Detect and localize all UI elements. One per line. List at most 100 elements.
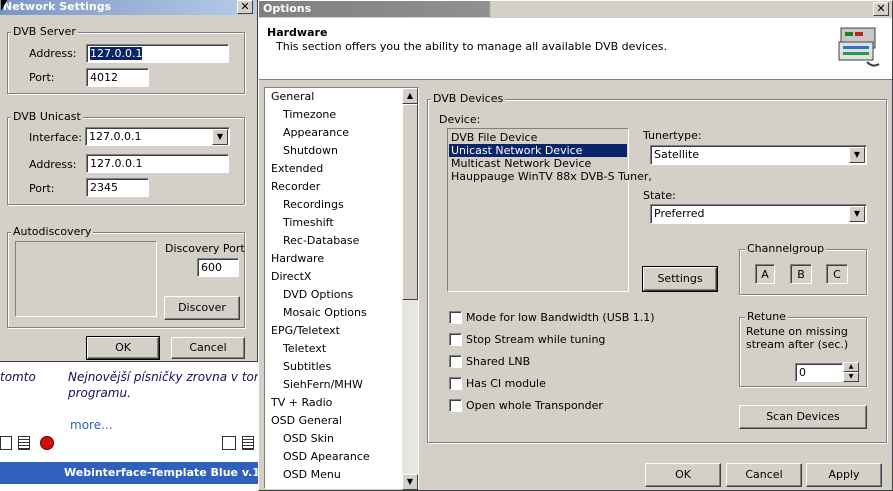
checkbox[interactable] bbox=[449, 311, 462, 324]
tree-item[interactable]: EPG/Teletext bbox=[271, 324, 340, 337]
address-label: Address: bbox=[29, 158, 77, 171]
tree-item[interactable]: Teletext bbox=[283, 342, 326, 355]
cancel-button[interactable]: Cancel bbox=[726, 463, 802, 487]
device-list-item[interactable]: Unicast Network Device bbox=[449, 144, 627, 157]
chevron-down-icon[interactable]: ▼ bbox=[849, 206, 865, 222]
unicast-port-input[interactable]: 2345 bbox=[86, 178, 149, 197]
header-panel: Hardware This section offers you the abi… bbox=[259, 18, 892, 80]
scroll-up-icon[interactable]: ▲ bbox=[402, 88, 418, 104]
dvb-unicast-label: DVB Unicast bbox=[11, 110, 83, 123]
channelgroup-c[interactable]: C bbox=[826, 264, 848, 284]
device-list-item[interactable]: Hauppauge WinTV 88x DVB-S Tuner, bbox=[449, 170, 654, 183]
dvb-devices-label: DVB Devices bbox=[431, 92, 506, 105]
unicast-address-input[interactable]: 127.0.0.1 bbox=[86, 154, 229, 173]
scan-devices-button[interactable]: Scan Devices bbox=[739, 405, 867, 429]
scroll-down-icon[interactable]: ▼ bbox=[402, 474, 418, 490]
tree-item[interactable]: OSD General bbox=[271, 414, 342, 427]
checkbox[interactable] bbox=[449, 333, 462, 346]
network-settings-titlebar[interactable]: Network Settings bbox=[0, 0, 257, 15]
tree-item[interactable]: DirectX bbox=[271, 270, 311, 283]
tunertype-label: Tunertype: bbox=[643, 129, 702, 142]
device-list[interactable]: DVB File Device Unicast Network Device Mul… bbox=[447, 128, 652, 292]
device-list-item[interactable]: Multicast Network Device bbox=[449, 157, 593, 170]
section-description: This section offers you the ability to m… bbox=[276, 40, 668, 53]
tree-item[interactable]: DVD Options bbox=[283, 288, 353, 301]
tree-item[interactable]: Rec-Database bbox=[283, 234, 359, 247]
ok-button[interactable]: OK bbox=[86, 336, 160, 360]
tree-item[interactable]: Subtitles bbox=[283, 360, 331, 373]
interface-value: 127.0.0.1 bbox=[89, 130, 142, 143]
tree-item[interactable]: Timeshift bbox=[283, 216, 334, 229]
bg-left-text: tomto bbox=[0, 370, 36, 384]
record-icon[interactable] bbox=[40, 436, 54, 450]
device-list-item[interactable]: DVB File Device bbox=[449, 131, 539, 144]
checkbox[interactable] bbox=[449, 355, 462, 368]
checkbox[interactable] bbox=[449, 377, 462, 390]
list-icon[interactable] bbox=[18, 436, 30, 450]
server-address-input[interactable]: 127.0.0.1 bbox=[86, 44, 229, 63]
tree-item[interactable]: OSD Menu bbox=[283, 468, 341, 481]
server-port-input[interactable]: 4012 bbox=[86, 68, 149, 87]
discovery-port-label: Discovery Port bbox=[165, 242, 245, 255]
apply-button[interactable]: Apply bbox=[806, 463, 882, 487]
close-button[interactable]: ✕ bbox=[237, 0, 253, 14]
checkbox-label[interactable]: Open whole Transponder bbox=[466, 399, 603, 412]
chart-icon[interactable] bbox=[0, 436, 12, 450]
tree-item[interactable]: Shutdown bbox=[283, 144, 338, 157]
more-link[interactable]: more... bbox=[70, 418, 113, 432]
discover-button[interactable]: Discover bbox=[164, 296, 240, 320]
state-select[interactable]: Preferred bbox=[650, 204, 867, 224]
tree-item[interactable]: Appearance bbox=[283, 126, 349, 139]
tree-item[interactable]: SiehFern/MHW bbox=[283, 378, 363, 391]
discovery-list[interactable] bbox=[15, 241, 157, 317]
cancel-button[interactable]: Cancel bbox=[171, 337, 245, 359]
tree-item[interactable]: OSD Apearance bbox=[283, 450, 370, 463]
state-label: State: bbox=[643, 189, 676, 202]
channelgroup-b[interactable]: B bbox=[790, 264, 812, 284]
options-tree[interactable]: General Timezone Appearance Shutdown Extende… bbox=[264, 87, 419, 489]
spin-up-icon[interactable]: ▲ bbox=[843, 362, 859, 372]
window-title: Network Settings bbox=[3, 0, 112, 13]
bg-text-line2: programu. bbox=[68, 386, 131, 400]
tree-scrollbar[interactable]: ▲ ▼ bbox=[402, 88, 418, 490]
spin-down-icon[interactable]: ▼ bbox=[843, 372, 859, 382]
section-title: Hardware bbox=[267, 26, 328, 39]
tree-item[interactable]: General bbox=[271, 90, 314, 103]
options-window: Options ✕ Hardware This section offers y… bbox=[258, 0, 893, 491]
tree-item[interactable]: Mosaic Options bbox=[283, 306, 367, 319]
list-icon[interactable] bbox=[242, 436, 254, 450]
tunertype-select[interactable]: Satellite bbox=[650, 145, 867, 165]
mouse-cursor-icon bbox=[1, 0, 8, 11]
checkbox[interactable] bbox=[449, 399, 462, 412]
checkbox-label[interactable]: Has CI module bbox=[466, 377, 546, 390]
options-titlebar[interactable]: Options bbox=[259, 1, 892, 17]
ok-button[interactable]: OK bbox=[645, 463, 721, 487]
retune-description: Retune on missing stream after (sec.) bbox=[746, 325, 849, 351]
tree-item[interactable]: Recorder bbox=[271, 180, 320, 193]
tree-item[interactable]: OSD Skin bbox=[283, 432, 334, 445]
tree-item[interactable]: Recordings bbox=[283, 198, 344, 211]
checkbox-label[interactable]: Stop Stream while tuning bbox=[466, 333, 605, 346]
retune-label: Retune bbox=[745, 310, 788, 323]
tree-item[interactable]: Pictures bbox=[271, 486, 315, 488]
chevron-down-icon[interactable]: ▼ bbox=[849, 147, 865, 163]
close-button[interactable]: ✕ bbox=[873, 2, 889, 16]
chart-icon[interactable] bbox=[222, 436, 236, 450]
tree-item[interactable]: Timezone bbox=[283, 108, 336, 121]
chevron-down-icon[interactable]: ▼ bbox=[212, 129, 228, 145]
checkbox-label[interactable]: Shared LNB bbox=[466, 355, 530, 368]
tree-item[interactable]: Hardware bbox=[271, 252, 324, 265]
retune-spinner[interactable]: ▲ ▼ bbox=[843, 362, 859, 383]
address-label: Address: bbox=[29, 47, 77, 60]
checkbox-label[interactable]: Mode for low Bandwidth (USB 1.1) bbox=[466, 311, 655, 324]
tree-item[interactable]: Extended bbox=[271, 162, 323, 175]
window-title: Options bbox=[263, 2, 312, 15]
discovery-port-input[interactable]: 600 bbox=[197, 258, 239, 277]
retune-input[interactable]: 0 bbox=[795, 363, 843, 382]
tree-item[interactable]: TV + Radio bbox=[271, 396, 332, 409]
scroll-thumb[interactable] bbox=[402, 104, 418, 300]
bg-text-line1: Nejnovější písničky zrovna v tomt bbox=[68, 370, 271, 384]
interface-select[interactable]: 127.0.0.1 bbox=[85, 127, 230, 146]
settings-button[interactable]: Settings bbox=[642, 266, 718, 292]
channelgroup-a[interactable]: A bbox=[755, 264, 775, 284]
